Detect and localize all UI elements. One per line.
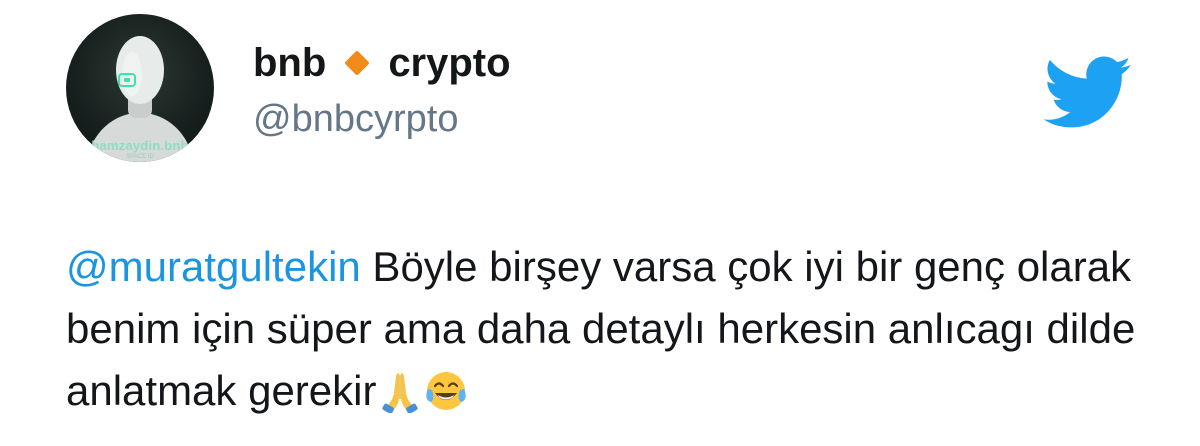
mention-link[interactable]: @muratgultekin — [66, 243, 361, 290]
diamond-icon — [344, 50, 371, 76]
display-name-part2: crypto — [388, 40, 511, 85]
display-name[interactable]: bnb crypto — [253, 38, 511, 88]
tweet-text: @muratgultekin Böyle birşey varsa çok iy… — [66, 236, 1166, 422]
user-handle[interactable]: @bnbcyrpto — [253, 98, 458, 141]
folded-hands-icon — [382, 373, 419, 413]
avatar-subcaption: SPACE ID — [126, 154, 154, 160]
display-name-part1: bnb — [253, 40, 327, 85]
face-with-tears-of-joy-icon — [426, 372, 467, 410]
avatar[interactable]: hamzaydin.bnb SPACE ID — [66, 14, 214, 162]
tweet-card: hamzaydin.bnb SPACE ID bnb crypto @bnbcy… — [0, 0, 1200, 446]
twitter-bird-icon — [1043, 56, 1131, 128]
avatar-caption: hamzaydin.bnb — [91, 138, 189, 153]
